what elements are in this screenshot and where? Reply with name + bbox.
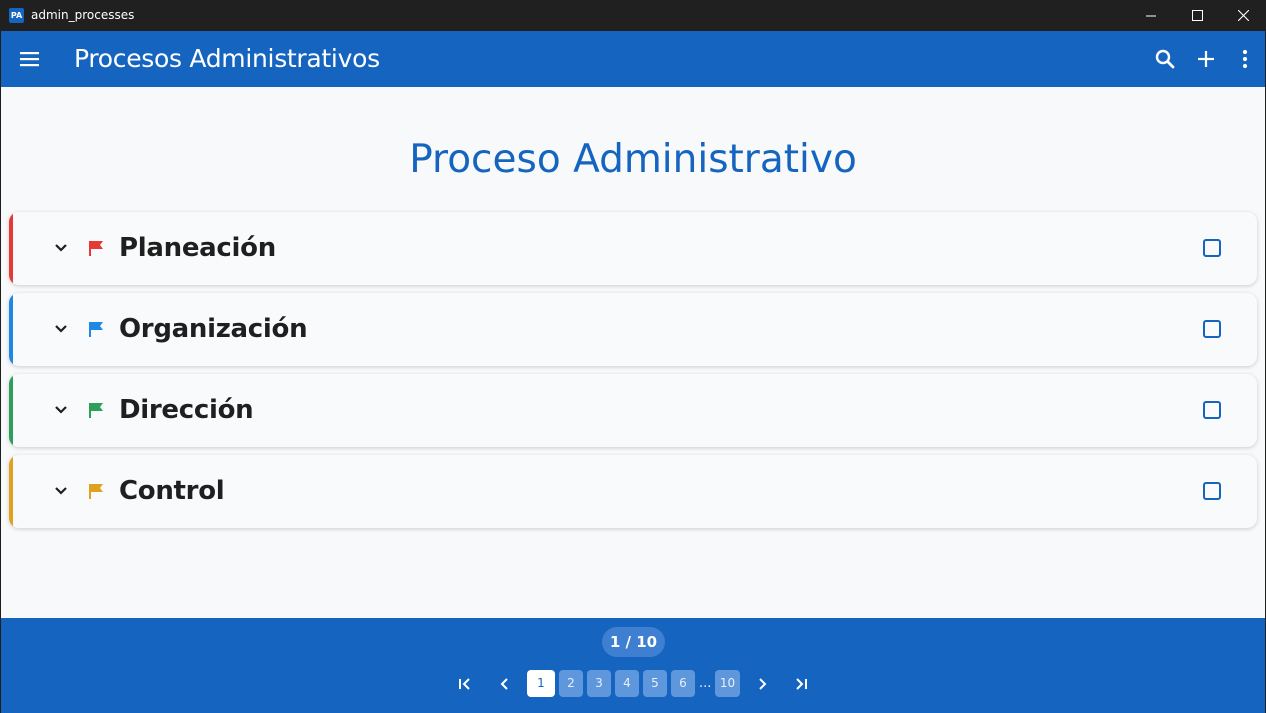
close-button[interactable]: [1220, 0, 1266, 31]
first-page-button[interactable]: [455, 674, 475, 694]
page-button-6[interactable]: 6: [671, 670, 695, 697]
chevron-down-icon: [55, 325, 67, 333]
process-checkbox[interactable]: [1203, 239, 1221, 257]
more-vert-icon: [1242, 49, 1248, 69]
pagination-bar: 1 / 10 1 2 3 4 5 6 ... 10: [1, 618, 1265, 713]
chevron-down-icon: [55, 487, 67, 495]
card-accent-bar: [9, 293, 13, 366]
next-page-button[interactable]: [752, 674, 772, 694]
flag-icon: [87, 239, 105, 257]
app-bar: Procesos Administrativos: [1, 31, 1265, 87]
maximize-icon: [1191, 10, 1203, 21]
flag-icon: [87, 401, 105, 419]
page-button-1[interactable]: 1: [527, 670, 555, 697]
page-title: Proceso Administrativo: [409, 137, 857, 182]
last-page-button[interactable]: [791, 674, 811, 694]
chevron-down-icon: [55, 406, 67, 414]
prev-page-button[interactable]: [495, 674, 515, 694]
maximize-button[interactable]: [1174, 0, 1220, 31]
menu-icon: [20, 52, 39, 67]
card-accent-bar: [9, 212, 13, 285]
add-button[interactable]: [1194, 47, 1218, 71]
app-title: Procesos Administrativos: [74, 44, 380, 73]
page-button-2[interactable]: 2: [559, 670, 583, 697]
last-page-icon: [796, 678, 807, 690]
process-card[interactable]: Planeación: [9, 212, 1257, 285]
expand-toggle[interactable]: [51, 319, 71, 339]
window-titlebar: PA admin_processes: [0, 0, 1266, 31]
next-page-icon: [759, 678, 767, 690]
app-icon: PA: [9, 8, 24, 23]
pagination-ellipsis: ...: [699, 676, 712, 691]
expand-toggle[interactable]: [51, 481, 71, 501]
process-card[interactable]: Dirección: [9, 374, 1257, 447]
main-content: Proceso Administrativo Planeación Organiz…: [1, 87, 1265, 618]
expand-toggle[interactable]: [51, 400, 71, 420]
process-checkbox[interactable]: [1203, 320, 1221, 338]
card-accent-bar: [9, 374, 13, 447]
minimize-icon: [1146, 15, 1156, 16]
process-label: Dirección: [119, 395, 254, 425]
process-checkbox[interactable]: [1203, 401, 1221, 419]
expand-toggle[interactable]: [51, 238, 71, 258]
page-button-3[interactable]: 3: [587, 670, 611, 697]
more-options-button[interactable]: [1233, 47, 1257, 71]
flag-icon: [87, 482, 105, 500]
flag-icon: [87, 320, 105, 338]
page-counter: 1 / 10: [602, 627, 665, 657]
search-icon: [1155, 49, 1175, 69]
first-page-icon: [459, 678, 470, 690]
prev-page-icon: [500, 678, 508, 690]
minimize-button[interactable]: [1128, 0, 1174, 31]
page-button-5[interactable]: 5: [643, 670, 667, 697]
process-label: Organización: [119, 314, 308, 344]
page-button-4[interactable]: 4: [615, 670, 639, 697]
add-icon: [1198, 51, 1214, 67]
close-icon: [1237, 10, 1249, 21]
search-button[interactable]: [1153, 47, 1177, 71]
page-button-10[interactable]: 10: [715, 670, 740, 697]
process-label: Control: [119, 476, 225, 506]
process-label: Planeación: [119, 233, 276, 263]
window-title: admin_processes: [31, 8, 135, 22]
chevron-down-icon: [55, 244, 67, 252]
card-accent-bar: [9, 455, 13, 528]
process-card[interactable]: Control: [9, 455, 1257, 528]
menu-button[interactable]: [19, 48, 41, 70]
process-checkbox[interactable]: [1203, 482, 1221, 500]
process-card[interactable]: Organización: [9, 293, 1257, 366]
